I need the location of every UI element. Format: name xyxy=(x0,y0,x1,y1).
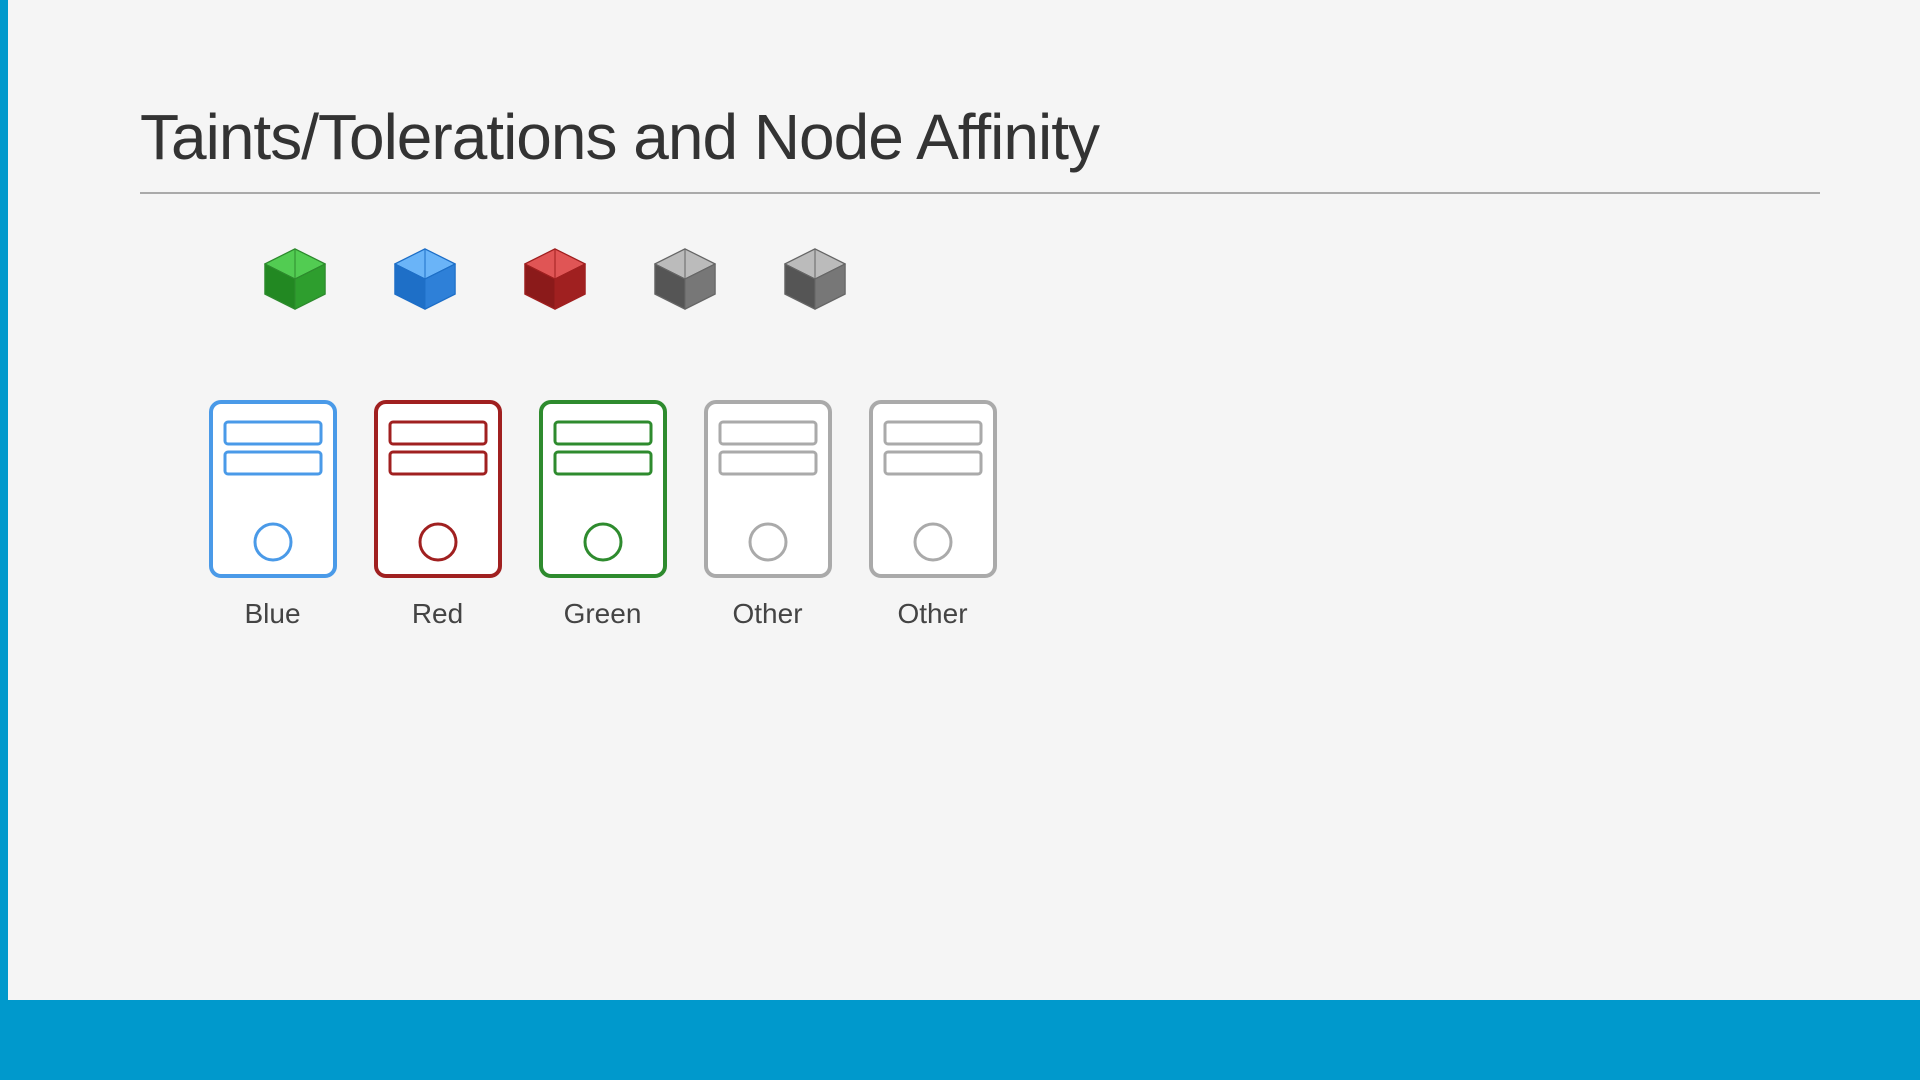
gray-cube-1-icon xyxy=(650,244,720,314)
other-server-1-icon xyxy=(698,394,838,584)
cube-red xyxy=(490,244,620,314)
title-divider xyxy=(140,192,1820,194)
blue-cube-icon xyxy=(390,244,460,314)
node-blue: Blue xyxy=(190,394,355,630)
other-2-node-label: Other xyxy=(897,598,967,630)
slide-title: Taints/Tolerations and Node Affinity xyxy=(140,100,1820,174)
node-other-1: Other xyxy=(685,394,850,630)
red-cube-icon xyxy=(520,244,590,314)
slide-container: Taints/Tolerations and Node Affinity xyxy=(0,0,1920,1080)
cubes-row xyxy=(230,244,1820,314)
gray-cube-2-icon xyxy=(780,244,850,314)
green-server-icon xyxy=(533,394,673,584)
green-node-label: Green xyxy=(564,598,642,630)
other-1-node-label: Other xyxy=(732,598,802,630)
red-node-label: Red xyxy=(412,598,463,630)
nodes-row: Blue Red Green xyxy=(190,394,1820,630)
slide-content: Taints/Tolerations and Node Affinity xyxy=(140,100,1820,630)
blue-server-icon xyxy=(203,394,343,584)
cube-green xyxy=(230,244,360,314)
cube-gray-2 xyxy=(750,244,880,314)
left-bar xyxy=(0,0,8,1080)
cube-blue xyxy=(360,244,490,314)
green-cube-icon xyxy=(260,244,330,314)
node-green: Green xyxy=(520,394,685,630)
other-server-2-icon xyxy=(863,394,1003,584)
node-other-2: Other xyxy=(850,394,1015,630)
bottom-bar xyxy=(0,1000,1920,1080)
blue-node-label: Blue xyxy=(244,598,300,630)
cube-gray-1 xyxy=(620,244,750,314)
red-server-icon xyxy=(368,394,508,584)
node-red: Red xyxy=(355,394,520,630)
